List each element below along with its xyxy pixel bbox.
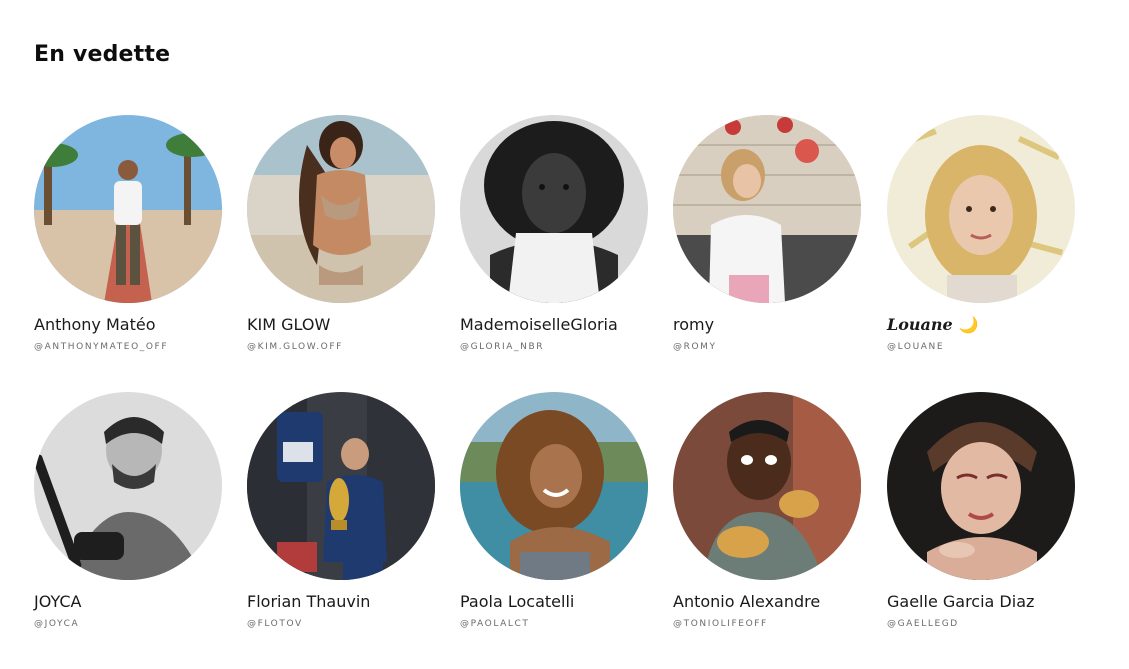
avatar[interactable] xyxy=(247,115,435,303)
profile-name: Anthony Matéo xyxy=(34,315,156,334)
profile-photo-icon xyxy=(673,392,861,580)
avatar[interactable] xyxy=(887,392,1075,580)
avatar[interactable] xyxy=(887,115,1075,303)
profile-card-anthony-mateo[interactable]: Anthony Matéo @ANTHONYMATEO_OFF xyxy=(34,115,234,353)
profile-photo-icon xyxy=(887,115,1075,303)
profile-photo-icon xyxy=(673,115,861,303)
profile-handle: @GAELLEGD xyxy=(887,619,959,629)
profile-card-mademoisellegloria[interactable]: MademoiselleGloria @GLORIA_NBR xyxy=(460,115,660,353)
profile-card-joyca[interactable]: JOYCA @JOYCA xyxy=(34,392,234,630)
profile-photo-icon xyxy=(460,392,648,580)
avatar[interactable] xyxy=(460,392,648,580)
avatar[interactable] xyxy=(673,115,861,303)
profile-name: Paola Locatelli xyxy=(460,592,575,611)
profile-card-antonio-alexandre[interactable]: Antonio Alexandre @TONIOLIFEOFF xyxy=(673,392,873,630)
profile-photo-icon xyxy=(247,115,435,303)
profile-photo-icon xyxy=(887,392,1075,580)
profile-name: MademoiselleGloria xyxy=(460,315,618,334)
profile-card-paola-locatelli[interactable]: Paola Locatelli @PAOLALCT xyxy=(460,392,660,630)
avatar[interactable] xyxy=(34,392,222,580)
profile-handle: @FLOTOV xyxy=(247,619,303,629)
profile-card-kim-glow[interactable]: KIM GLOW @KIM.GLOW.OFF xyxy=(247,115,447,353)
profile-handle: @KIM.GLOW.OFF xyxy=(247,342,343,352)
featured-grid: Anthony Matéo @ANTHONYMATEO_OFF KIM GLOW… xyxy=(0,0,1129,669)
avatar[interactable] xyxy=(247,392,435,580)
profile-card-gaelle-garcia-diaz[interactable]: Gaelle Garcia Diaz @GAELLEGD xyxy=(887,392,1087,630)
profile-name: Florian Thauvin xyxy=(247,592,371,611)
profile-name: romy xyxy=(673,315,715,334)
profile-handle: @ROMY xyxy=(673,342,717,352)
profile-name-text: Louane xyxy=(887,315,953,334)
profile-handle: @JOYCA xyxy=(34,619,80,629)
profile-name: Antonio Alexandre xyxy=(673,592,821,611)
avatar[interactable] xyxy=(34,115,222,303)
profile-name: Gaelle Garcia Diaz xyxy=(887,592,1035,611)
profile-photo-icon xyxy=(34,115,222,303)
profile-photo-icon xyxy=(460,115,648,303)
profile-handle: @PAOLALCT xyxy=(460,619,530,629)
profile-card-louane[interactable]: Louane 🌙 @LOUANE xyxy=(887,115,1087,353)
profile-card-romy[interactable]: romy @ROMY xyxy=(673,115,873,353)
crescent-moon-icon: 🌙 xyxy=(958,315,979,334)
profile-handle: @ANTHONYMATEO_OFF xyxy=(34,342,169,352)
profile-handle: @TONIOLIFEOFF xyxy=(673,619,768,629)
profile-handle: @LOUANE xyxy=(887,342,945,352)
avatar[interactable] xyxy=(460,115,648,303)
profile-photo-icon xyxy=(34,392,222,580)
profile-card-florian-thauvin[interactable]: Florian Thauvin @FLOTOV xyxy=(247,392,447,630)
avatar[interactable] xyxy=(673,392,861,580)
profile-name: KIM GLOW xyxy=(247,315,331,334)
profile-photo-icon xyxy=(247,392,435,580)
profile-handle: @GLORIA_NBR xyxy=(460,342,545,352)
profile-name: JOYCA xyxy=(34,592,82,611)
profile-name: Louane 🌙 xyxy=(887,315,1087,335)
